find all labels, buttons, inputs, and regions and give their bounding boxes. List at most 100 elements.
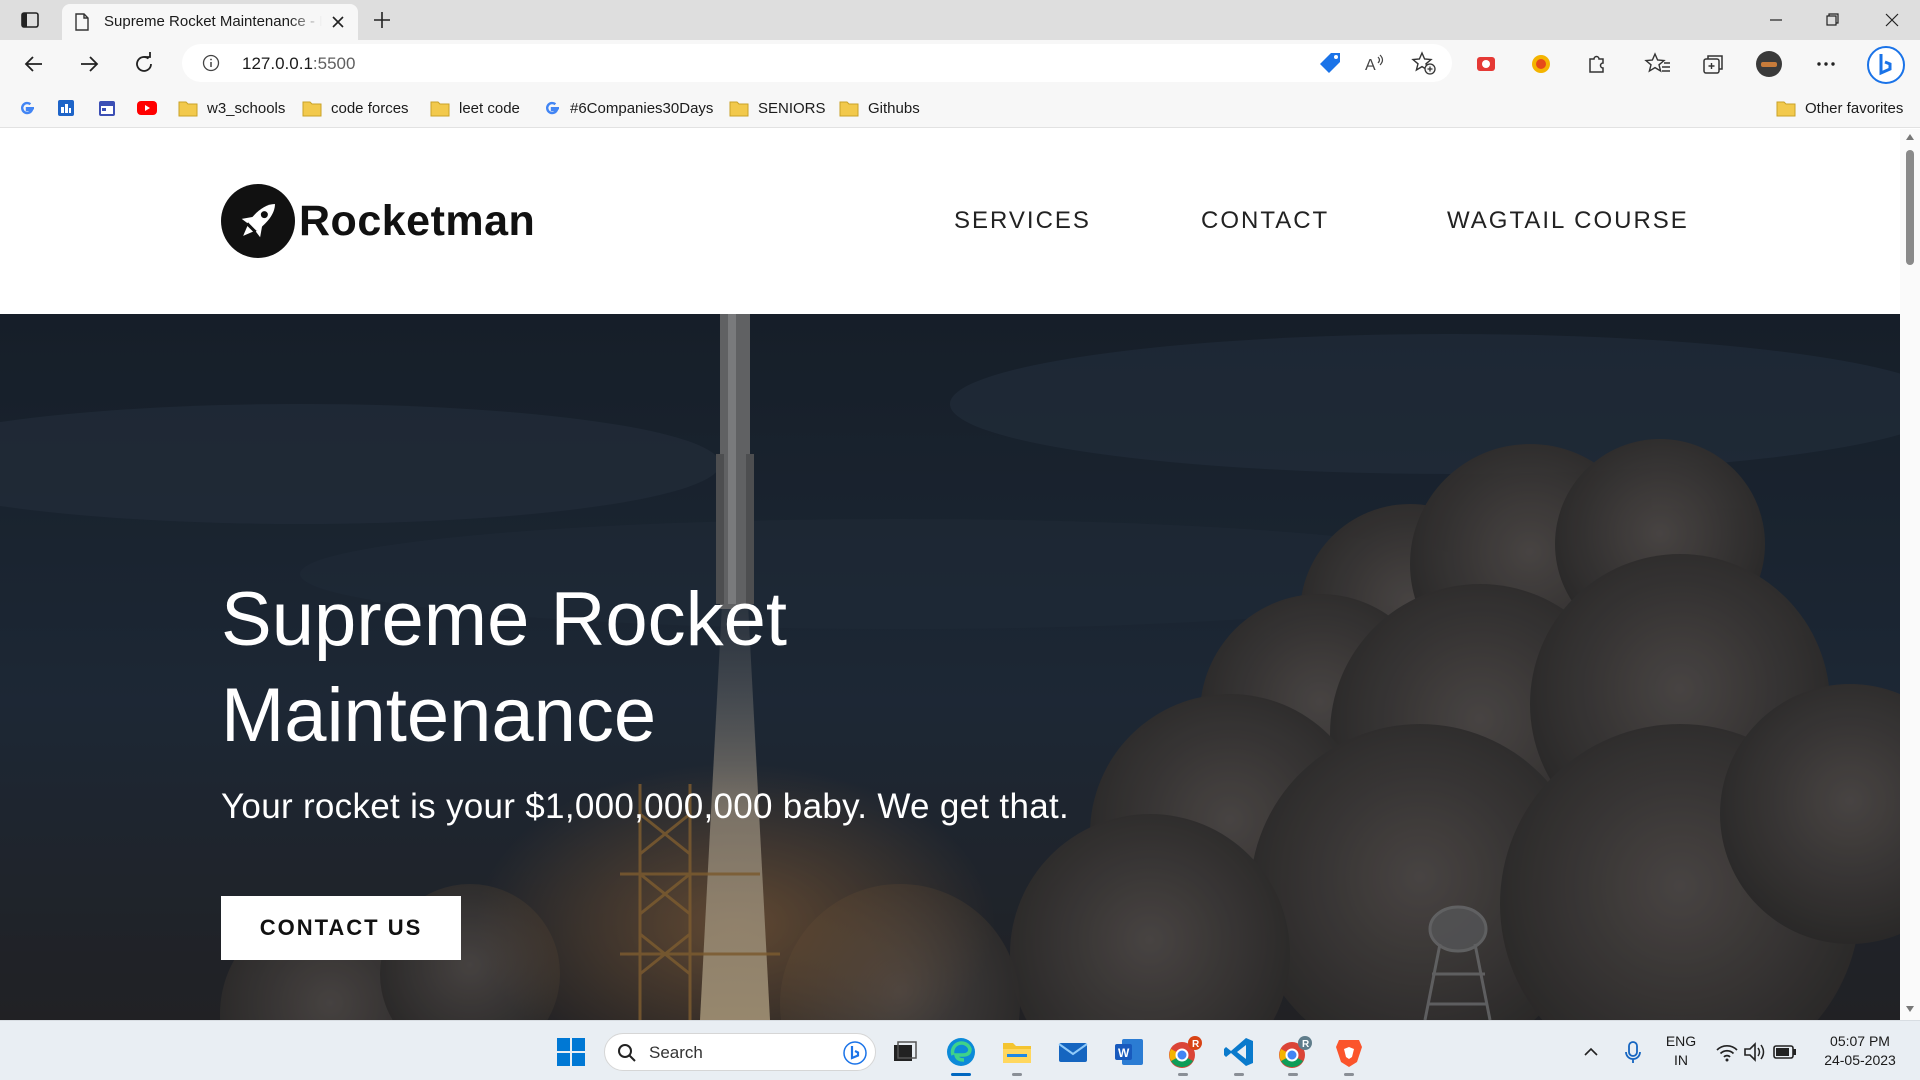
microphone-icon[interactable]: [1620, 1035, 1646, 1069]
bing-copilot-icon[interactable]: [1866, 45, 1906, 85]
taskbar-indicator: [1344, 1073, 1354, 1076]
word-icon[interactable]: W: [1112, 1035, 1146, 1069]
bookmark-label: #6Companies30Days: [570, 99, 714, 117]
taskbar-indicator: [1288, 1073, 1298, 1076]
brave-browser-icon[interactable]: [1332, 1035, 1366, 1069]
folder-icon: [1776, 101, 1796, 116]
hero-title: Supreme Rocket Maintenance: [221, 577, 788, 758]
task-view-icon[interactable]: [888, 1035, 922, 1069]
back-arrow-icon[interactable]: [20, 50, 48, 78]
other-favorites-label: Other favorites: [1805, 99, 1904, 117]
profile-avatar[interactable]: [1755, 50, 1783, 78]
hero-section: Supreme Rocket Maintenance Your rocket i…: [0, 314, 1900, 1020]
bookmark-githubs[interactable]: Githubs: [839, 96, 920, 120]
refresh-icon[interactable]: [130, 50, 158, 78]
svg-text:R: R: [1192, 1039, 1200, 1050]
clock[interactable]: 05:07 PM 24-05-2023: [1810, 1032, 1910, 1070]
rocket-logo-icon: [221, 184, 295, 258]
bookmark-other-favorites[interactable]: Other favorites: [1776, 96, 1903, 120]
bookmark-youtube[interactable]: [137, 96, 166, 120]
vscode-icon[interactable]: [1222, 1035, 1256, 1069]
file-explorer-icon[interactable]: [1000, 1035, 1034, 1069]
taskbar-indicator: [1178, 1073, 1188, 1076]
youtube-icon: [137, 101, 157, 115]
bookmark-app[interactable]: [57, 96, 84, 120]
bookmark-leet-code[interactable]: leet code: [430, 96, 520, 120]
bookmark-w3-schools[interactable]: w3_schools: [178, 96, 285, 120]
url-port: :5500: [312, 54, 356, 73]
forward-arrow-icon[interactable]: [75, 50, 103, 78]
google-icon: [21, 101, 34, 115]
url-host: 127.0.0.1: [242, 54, 313, 73]
scroll-down-arrow-icon[interactable]: [1905, 1005, 1915, 1013]
taskbar-indicator: [1234, 1073, 1244, 1076]
url-text[interactable]: 127.0.0.1:5500: [242, 54, 355, 74]
bookmark-6companies30days[interactable]: #6Companies30Days: [543, 96, 713, 120]
folder-icon: [178, 101, 198, 116]
chrome-profile-icon[interactable]: R: [1276, 1035, 1312, 1069]
contact-us-button[interactable]: CONTACT US: [221, 896, 461, 960]
add-favorite-icon[interactable]: [1410, 49, 1438, 77]
nav-link-contact[interactable]: CONTACT: [1201, 207, 1329, 235]
address-bar[interactable]: 127.0.0.1:5500 A: [182, 44, 1452, 82]
minimize-icon[interactable]: [1756, 6, 1796, 34]
nav-link-services[interactable]: SERVICES: [954, 207, 1091, 235]
close-window-icon[interactable]: [1872, 6, 1912, 34]
bookmark-label: w3_schools: [207, 99, 286, 117]
tab-title: Supreme Rocket Maintenance - F: [104, 13, 322, 30]
chrome-profile-r-icon[interactable]: R: [1166, 1035, 1202, 1069]
bookmarks-bar: w3_schools code forces leet code #6Compa…: [0, 88, 1920, 128]
new-tab-button[interactable]: [370, 8, 394, 32]
read-aloud-icon[interactable]: A: [1360, 49, 1388, 77]
page-viewport: Rocketman SERVICES CONTACT WAGTAIL COURS…: [0, 129, 1900, 1020]
brand-name: Rocketman: [299, 196, 536, 245]
calendar-icon: [99, 101, 115, 116]
show-hidden-icons-chevron-icon[interactable]: [1578, 1035, 1604, 1069]
app-icon: [58, 100, 74, 116]
taskbar-search[interactable]: Search: [604, 1033, 876, 1071]
search-icon: [618, 1044, 636, 1062]
more-options-icon[interactable]: [1812, 50, 1840, 78]
shopping-tag-icon[interactable]: [1316, 49, 1344, 77]
folder-icon: [430, 101, 450, 116]
svg-text:R: R: [1302, 1039, 1310, 1050]
windows-start-icon[interactable]: [554, 1035, 588, 1069]
screen-capture-icon[interactable]: [1472, 50, 1500, 78]
search-placeholder: Search: [649, 1043, 703, 1062]
close-tab-icon[interactable]: [328, 12, 348, 32]
browser-tabstrip: Supreme Rocket Maintenance - F: [0, 0, 1920, 40]
mail-icon[interactable]: [1056, 1035, 1090, 1069]
page-scrollbar[interactable]: [1900, 129, 1920, 1020]
svg-text:W: W: [1118, 1046, 1130, 1060]
restore-icon[interactable]: [1812, 6, 1852, 34]
site-logo[interactable]: Rocketman: [220, 183, 535, 259]
site-header: Rocketman SERVICES CONTACT WAGTAIL COURS…: [0, 129, 1900, 314]
puzzle-extensions-icon[interactable]: [1582, 50, 1610, 78]
bookmark-seniors[interactable]: SENIORS: [729, 96, 826, 120]
tab-actions-icon[interactable]: [20, 10, 40, 30]
wifi-icon[interactable]: [1714, 1035, 1740, 1069]
volume-icon[interactable]: [1742, 1035, 1768, 1069]
clock-time: 05:07 PM: [1830, 1033, 1890, 1049]
bookmark-label: SENIORS: [758, 99, 826, 117]
collections-icon[interactable]: [1699, 50, 1727, 78]
bookmark-google[interactable]: [18, 96, 45, 120]
clock-date: 24-05-2023: [1824, 1052, 1896, 1068]
favorites-icon[interactable]: [1644, 50, 1672, 78]
google-icon: [546, 101, 559, 115]
edge-browser-icon[interactable]: [944, 1035, 978, 1069]
browser-tab-active[interactable]: Supreme Rocket Maintenance - F: [62, 4, 358, 40]
scrollbar-thumb[interactable]: [1906, 150, 1914, 265]
battery-icon[interactable]: [1772, 1035, 1798, 1069]
bookmark-calendar[interactable]: [98, 96, 125, 120]
extension-icon[interactable]: [1527, 50, 1555, 78]
input-language[interactable]: ENG IN: [1664, 1032, 1698, 1070]
folder-icon: [839, 101, 859, 116]
nav-link-wagtail-course[interactable]: WAGTAIL COURSE: [1447, 207, 1689, 235]
bookmark-code-forces[interactable]: code forces: [302, 96, 409, 120]
windows-taskbar: Search W R R ENG IN 05:07 PM 24-05-2023: [0, 1020, 1920, 1080]
taskbar-indicator: [1012, 1073, 1022, 1076]
site-info-icon[interactable]: [202, 54, 220, 72]
bookmark-label: leet code: [459, 99, 520, 117]
scroll-up-arrow-icon[interactable]: [1905, 133, 1915, 141]
